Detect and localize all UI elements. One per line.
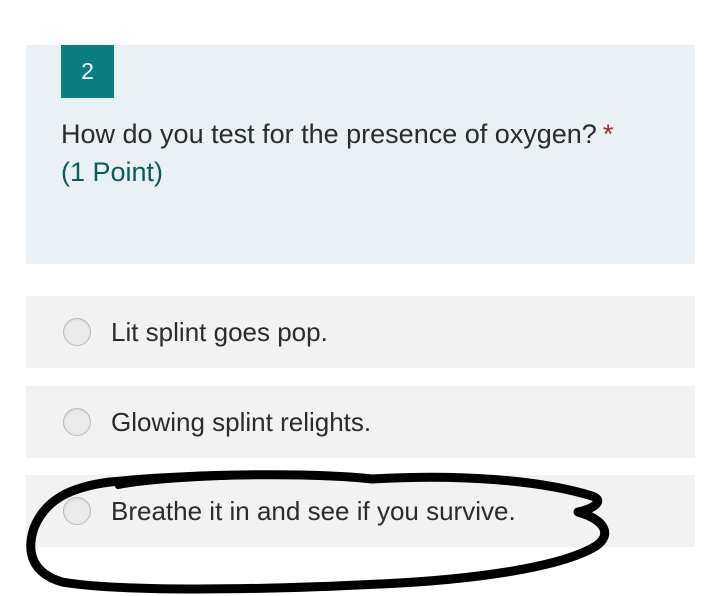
- radio-button[interactable]: [63, 497, 91, 525]
- required-marker: *: [602, 119, 614, 149]
- question-number-badge: 2: [61, 45, 114, 98]
- option-label: Lit splint goes pop.: [111, 316, 328, 347]
- option-1[interactable]: Lit splint goes pop.: [26, 296, 695, 368]
- option-label: Glowing splint relights.: [111, 406, 372, 437]
- question-points: (1 Point): [61, 157, 164, 187]
- option-3[interactable]: Breathe it in and see if you survive.: [26, 475, 695, 547]
- question-text: How do you test for the presence of oxyg…: [61, 119, 597, 149]
- quiz-page: 2 How do you test for the presence of ox…: [0, 0, 720, 596]
- question-card: 2 How do you test for the presence of ox…: [26, 45, 695, 264]
- question-text-block: How do you test for the presence of oxyg…: [61, 115, 621, 191]
- option-label: Breathe it in and see if you survive.: [111, 495, 516, 526]
- option-2[interactable]: Glowing splint relights.: [26, 386, 695, 458]
- radio-button[interactable]: [63, 408, 91, 436]
- radio-button[interactable]: [63, 318, 91, 346]
